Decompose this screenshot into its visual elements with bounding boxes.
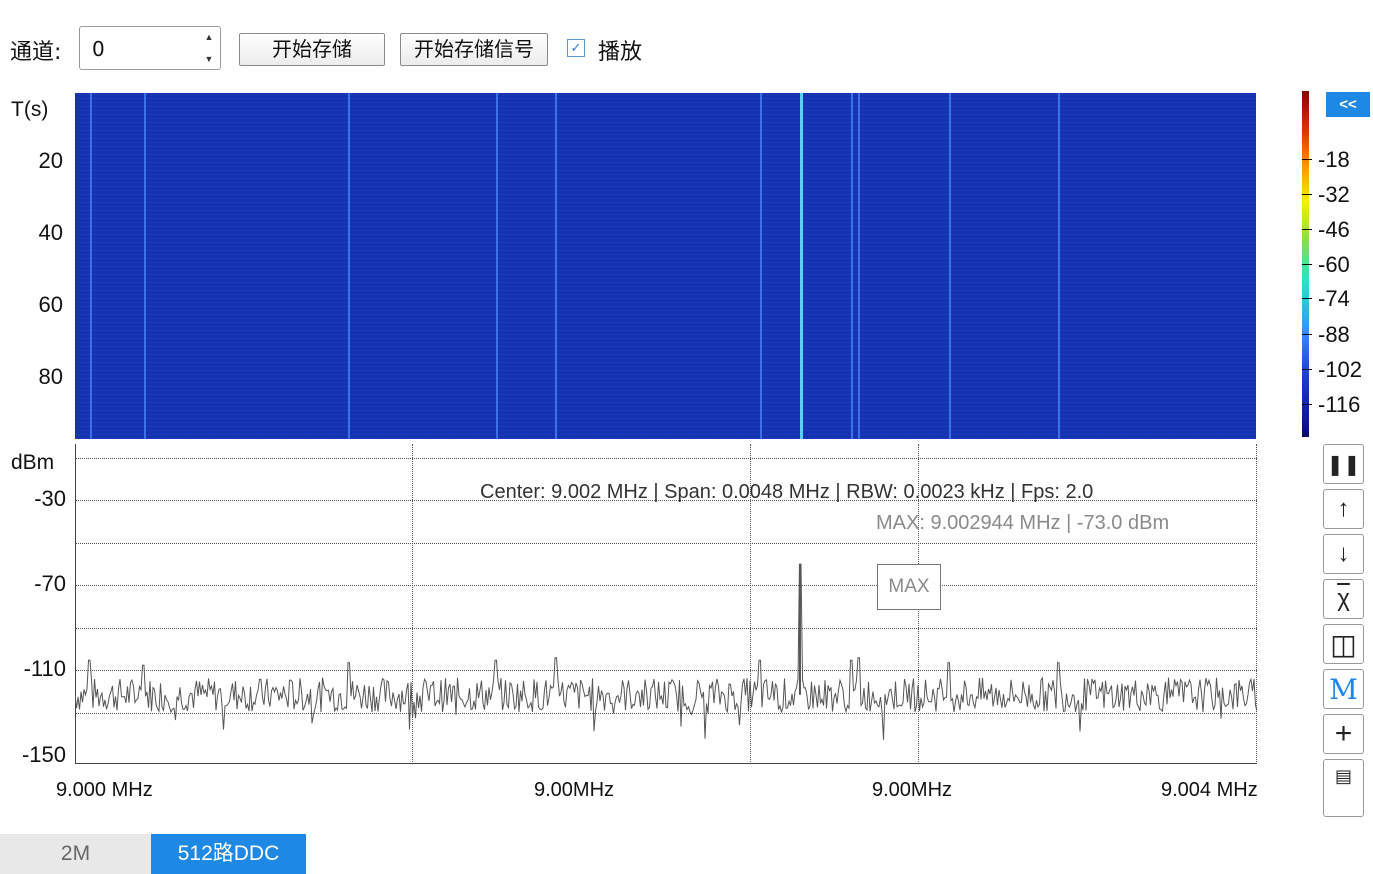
spectrum-y-tick: -30	[34, 486, 66, 511]
waterfall-spur-line	[759, 93, 762, 439]
spectrum-trace	[75, 563, 1257, 740]
scale-up-button[interactable]: ↑	[1323, 489, 1364, 529]
waterfall-y-tick: 80	[38, 364, 63, 389]
waterfall-spur-line	[89, 93, 92, 439]
colorbar-tick-label: -102	[1318, 357, 1363, 382]
fit-icon: ◫	[1330, 628, 1357, 660]
pause-icon: ❚❚	[1326, 453, 1361, 476]
max-marker-icon: M	[1329, 672, 1358, 706]
arrow-up-icon: ↑	[1337, 495, 1350, 522]
x-tick-label: 9.00MHz	[534, 779, 615, 801]
chi-icon: χ	[1337, 585, 1350, 612]
colorbar-tick	[1302, 264, 1312, 265]
scale-down-button[interactable]: ↓	[1323, 534, 1364, 574]
x-tick-label: 9.00MHz	[872, 779, 953, 801]
waterfall-spur-line	[858, 93, 861, 439]
waterfall-peak-line	[800, 93, 803, 439]
play-checkbox[interactable]: ✓	[567, 39, 585, 57]
average-button[interactable]: χ	[1323, 579, 1364, 619]
waterfall-display[interactable]	[75, 93, 1256, 439]
pause-button[interactable]: ❚❚	[1323, 444, 1364, 484]
colorbar-tick	[1302, 298, 1312, 299]
colorbar-tick	[1302, 404, 1312, 405]
ruler-icon: ▤	[1334, 766, 1352, 786]
colorbar-tick-label: -18	[1318, 147, 1350, 172]
colorbar-tick	[1302, 194, 1312, 195]
channel-label: 通道:	[10, 40, 62, 65]
colorbar-tick-label: -60	[1318, 252, 1350, 277]
waterfall-spur-line	[949, 93, 952, 439]
waterfall-y-tick: 40	[38, 220, 63, 245]
fit-view-button[interactable]: ◫	[1323, 624, 1364, 664]
measure-button[interactable]: ▤	[1323, 759, 1364, 817]
spin-up-icon[interactable]: ▲	[204, 32, 214, 42]
start-store-button[interactable]: 开始存储	[239, 33, 385, 66]
colorbar-tick	[1302, 334, 1312, 335]
channel-value[interactable]: 0	[92, 37, 105, 61]
channel-spinbox[interactable]: 0 ▲ ▼	[79, 26, 221, 70]
colorbar-tick	[1302, 369, 1312, 370]
waterfall-y-tick: 60	[38, 292, 63, 317]
collapse-panel-button[interactable]: <<	[1326, 92, 1370, 117]
colorbar-tick-label: -116	[1318, 392, 1361, 417]
spectrum-y-unit: dBm	[11, 451, 55, 474]
check-icon: ✓	[570, 40, 582, 55]
waterfall-spur-line	[1057, 93, 1060, 439]
max-marker-label: MAX	[877, 564, 941, 610]
waterfall-spur-line	[144, 93, 146, 439]
max-hold-button[interactable]: M	[1323, 669, 1364, 709]
tab-2m[interactable]: 2M	[0, 834, 151, 874]
x-tick-label: 9.004 MHz	[1161, 779, 1258, 801]
plus-icon: +	[1334, 717, 1353, 750]
max-readout: MAX: 9.002944 MHz | -73.0 dBm	[876, 512, 1170, 534]
colorbar-tick	[1302, 229, 1312, 230]
colorbar-tick	[1302, 159, 1312, 160]
spin-down-icon[interactable]: ▼	[204, 54, 214, 64]
spectrum-y-tick: -150	[21, 742, 66, 767]
tab-512-ddc[interactable]: 512路DDC	[151, 834, 306, 874]
spectrum-y-tick: -110	[23, 656, 66, 681]
waterfall-spur-line	[555, 93, 558, 439]
waterfall-spur-line	[850, 93, 853, 439]
spectrum-y-tick: -70	[34, 571, 66, 596]
waterfall-spur-line	[348, 93, 351, 439]
colorbar-tick-label: -46	[1318, 217, 1350, 242]
colorbar-tick-label: -74	[1318, 286, 1350, 311]
add-marker-button[interactable]: +	[1323, 714, 1364, 754]
start-store-signal-button[interactable]: 开始存储信号	[400, 33, 548, 66]
spectrum-info: Center: 9.002 MHz | Span: 0.0048 MHz | R…	[480, 481, 1094, 503]
waterfall-y-unit: T(s)	[11, 98, 49, 121]
x-tick-label: 9.000 MHz	[56, 779, 153, 801]
arrow-down-icon: ↓	[1337, 540, 1350, 567]
colorbar-tick-label: -32	[1318, 182, 1350, 207]
colorbar-tick-label: -88	[1318, 322, 1350, 347]
play-label: 播放	[598, 40, 643, 65]
waterfall-y-tick: 20	[38, 148, 63, 173]
waterfall-spur-line	[496, 93, 499, 439]
